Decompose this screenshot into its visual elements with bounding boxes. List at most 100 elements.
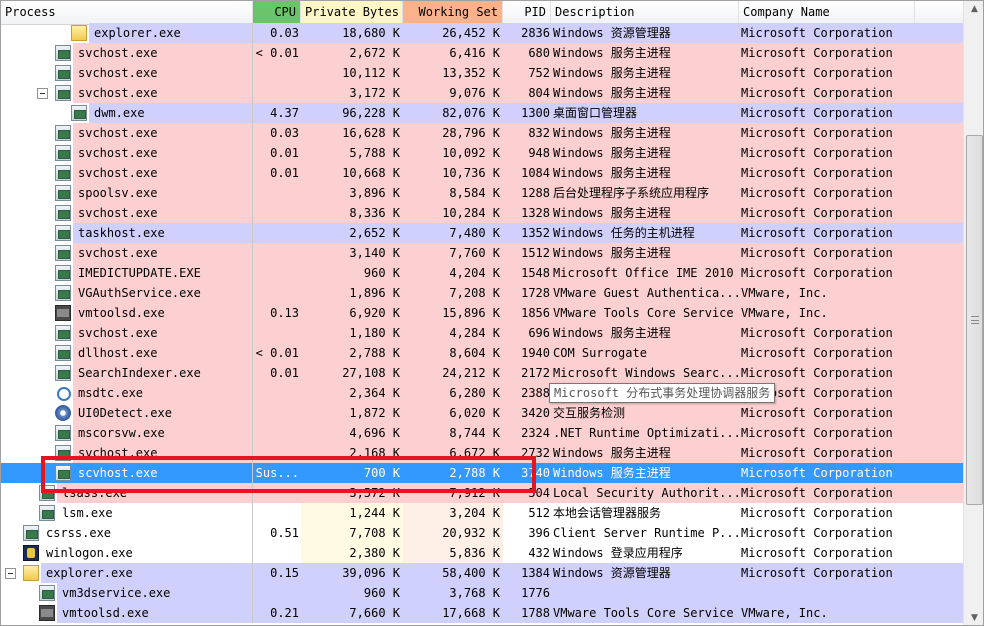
company-value: Microsoft Corporation: [741, 406, 893, 420]
process-row[interactable]: lsm.exe 1,244 K 3,204 K 512 本地会话管理器服务 Microso…: [1, 503, 963, 523]
process-row[interactable]: msdtc.exe 2,364 K 6,280 K 2388 Microsoft Cor…: [1, 383, 963, 403]
pid-value: 1940: [521, 346, 550, 360]
process-row[interactable]: svchost.exe 0.03 16,628 K 28,796 K 832 Window…: [1, 123, 963, 143]
working-set-value: 10,284 K: [442, 206, 500, 220]
column-header-pid[interactable]: PID: [503, 1, 551, 24]
cpu-value: Sus...: [255, 466, 299, 480]
private-bytes-value: 1,896 K: [349, 286, 400, 300]
description-value: 交互服务检测: [553, 406, 626, 420]
company-value: Microsoft Corporation: [741, 126, 893, 140]
description-value: Windows 服务主进程: [553, 246, 671, 260]
cpu-value: [253, 183, 301, 203]
column-header-cpu[interactable]: CPU: [253, 1, 301, 24]
pid-value: 752: [528, 66, 550, 80]
company-value: Microsoft Corporation: [741, 526, 893, 540]
process-row[interactable]: csrss.exe 0.51 7,708 K 20,932 K 396 Client Se…: [1, 523, 963, 543]
scroll-up-arrow-icon[interactable]: ▲: [965, 1, 983, 18]
cpu-value: [253, 263, 301, 283]
pid-value: 1856: [521, 306, 550, 320]
collapse-toggle-icon[interactable]: [5, 568, 16, 579]
column-header-description[interactable]: Description: [551, 1, 739, 24]
private-bytes-value: 2,672 K: [349, 46, 400, 60]
service-icon: [55, 245, 71, 261]
process-row[interactable]: scvhost.exe Sus... 700 K 2,788 K 3740 Windows…: [1, 463, 963, 483]
cpu-value: 0.13: [270, 306, 299, 320]
process-row[interactable]: svchost.exe < 0.01 2,672 K 6,416 K 680 Window…: [1, 43, 963, 63]
process-row[interactable]: svchost.exe 1,180 K 4,284 K 696 Windows 服务主进…: [1, 323, 963, 343]
process-row[interactable]: svchost.exe 0.01 5,788 K 10,092 K 948 Windows…: [1, 143, 963, 163]
grip-icon: [971, 316, 979, 324]
service-icon: [55, 165, 71, 181]
column-header-company-name[interactable]: Company Name: [739, 1, 915, 24]
process-row[interactable]: dllhost.exe < 0.01 2,788 K 8,604 K 1940 COM S…: [1, 343, 963, 363]
process-name-cell: SearchIndexer.exe: [1, 363, 253, 383]
process-name-cell: UI0Detect.exe: [1, 403, 253, 423]
private-bytes-value: 2,364 K: [349, 386, 400, 400]
description-value: Local Security Authorit...: [553, 486, 739, 500]
vmware-icon: [39, 605, 55, 621]
cpu-value: [253, 243, 301, 263]
process-row[interactable]: taskhost.exe 2,652 K 7,480 K 1352 Windows 任务…: [1, 223, 963, 243]
process-row[interactable]: vmtoolsd.exe 0.13 6,920 K 15,896 K 1856 VMwar…: [1, 303, 963, 323]
working-set-value: 58,400 K: [442, 566, 500, 580]
process-row[interactable]: UI0Detect.exe 1,872 K 6,020 K 3420 交互服务检测 Mic…: [1, 403, 963, 423]
process-row[interactable]: svchost.exe 3,140 K 7,760 K 1512 Windows 服务主…: [1, 243, 963, 263]
collapse-toggle-icon[interactable]: [37, 88, 48, 99]
process-row[interactable]: vmtoolsd.exe 0.21 7,660 K 17,668 K 1788 VMwar…: [1, 603, 963, 623]
process-row[interactable]: spoolsv.exe 3,896 K 8,584 K 1288 后台处理程序子系统应用…: [1, 183, 963, 203]
service-icon: [55, 345, 71, 361]
column-header-working-set[interactable]: Working Set: [403, 1, 503, 24]
private-bytes-value: 960 K: [363, 586, 400, 600]
process-row[interactable]: mscorsvw.exe 4,696 K 8,744 K 2324 .NET Runti…: [1, 423, 963, 443]
process-row[interactable]: svchost.exe 10,112 K 13,352 K 752 Windows 服务…: [1, 63, 963, 83]
process-name-cell: dwm.exe: [1, 103, 253, 123]
description-value: VMware Guest Authentica...: [553, 286, 739, 300]
process-row[interactable]: svchost.exe 2,168 K 6,672 K 2732 Windows 服务主…: [1, 443, 963, 463]
process-name: lsass.exe: [62, 486, 128, 500]
pid-value: 680: [528, 46, 550, 60]
private-bytes-value: 1,872 K: [349, 406, 400, 420]
scrollbar-thumb[interactable]: [966, 135, 983, 505]
process-row[interactable]: IMEDICTUPDATE.EXE 960 K 4,204 K 1548 Microso…: [1, 263, 963, 283]
private-bytes-value: 7,708 K: [349, 526, 400, 540]
share-icon: [55, 385, 71, 401]
column-header-process[interactable]: Process: [1, 1, 253, 24]
process-row[interactable]: dwm.exe 4.37 96,228 K 82,076 K 1300 桌面窗口管理器 Mi…: [1, 103, 963, 123]
pid-value: 1512: [521, 246, 550, 260]
process-row[interactable]: explorer.exe 0.15 39,096 K 58,400 K 1384 Wind…: [1, 563, 963, 583]
process-row[interactable]: VGAuthService.exe 1,896 K 7,208 K 1728 VMwar…: [1, 283, 963, 303]
process-name-cell: explorer.exe: [1, 23, 253, 43]
process-row[interactable]: explorer.exe 0.03 18,680 K 26,452 K 2836 Wind…: [1, 23, 963, 43]
private-bytes-value: 27,108 K: [342, 366, 400, 380]
process-row[interactable]: svchost.exe 3,172 K 9,076 K 804 Windows 服务主进…: [1, 83, 963, 103]
cpu-value: 0.51: [270, 526, 299, 540]
cpu-value: 0.03: [270, 126, 299, 140]
process-row[interactable]: vm3dservice.exe 960 K 3,768 K 1776: [1, 583, 963, 603]
description-value: Windows 资源管理器: [553, 26, 671, 40]
process-row[interactable]: svchost.exe 0.01 10,668 K 10,736 K 1084 Windo…: [1, 163, 963, 183]
process-name: spoolsv.exe: [78, 186, 158, 200]
company-value: Microsoft Corporation: [741, 566, 893, 580]
process-name: scvhost.exe: [78, 466, 158, 480]
process-row[interactable]: lsass.exe 3,572 K 7,912 K 504 Local Security…: [1, 483, 963, 503]
process-row[interactable]: svchost.exe 8,336 K 10,284 K 1328 Windows 服务…: [1, 203, 963, 223]
working-set-value: 8,604 K: [449, 346, 500, 360]
process-row[interactable]: SearchIndexer.exe 0.01 27,108 K 24,212 K 217…: [1, 363, 963, 383]
process-name-cell: csrss.exe: [1, 523, 253, 543]
process-name: svchost.exe: [78, 166, 158, 180]
cpu-value: [253, 483, 301, 503]
process-row[interactable]: winlogon.exe 2,380 K 5,836 K 432 Windows 登录应…: [1, 543, 963, 563]
private-bytes-value: 4,696 K: [349, 426, 400, 440]
process-name-cell: svchost.exe: [1, 443, 253, 463]
process-name-cell: spoolsv.exe: [1, 183, 253, 203]
column-header-private-bytes[interactable]: Private Bytes: [301, 1, 403, 24]
process-name: dwm.exe: [94, 106, 145, 120]
process-name: winlogon.exe: [46, 546, 133, 560]
vertical-scrollbar[interactable]: ▲ ▼: [963, 1, 983, 625]
pid-value: 2732: [521, 446, 550, 460]
working-set-value: 15,896 K: [442, 306, 500, 320]
description-value: Windows 服务主进程: [553, 46, 671, 60]
description-value: Microsoft Office IME 2010: [553, 266, 734, 280]
pid-value: 1084: [521, 166, 550, 180]
scroll-down-arrow-icon[interactable]: ▼: [965, 610, 983, 625]
